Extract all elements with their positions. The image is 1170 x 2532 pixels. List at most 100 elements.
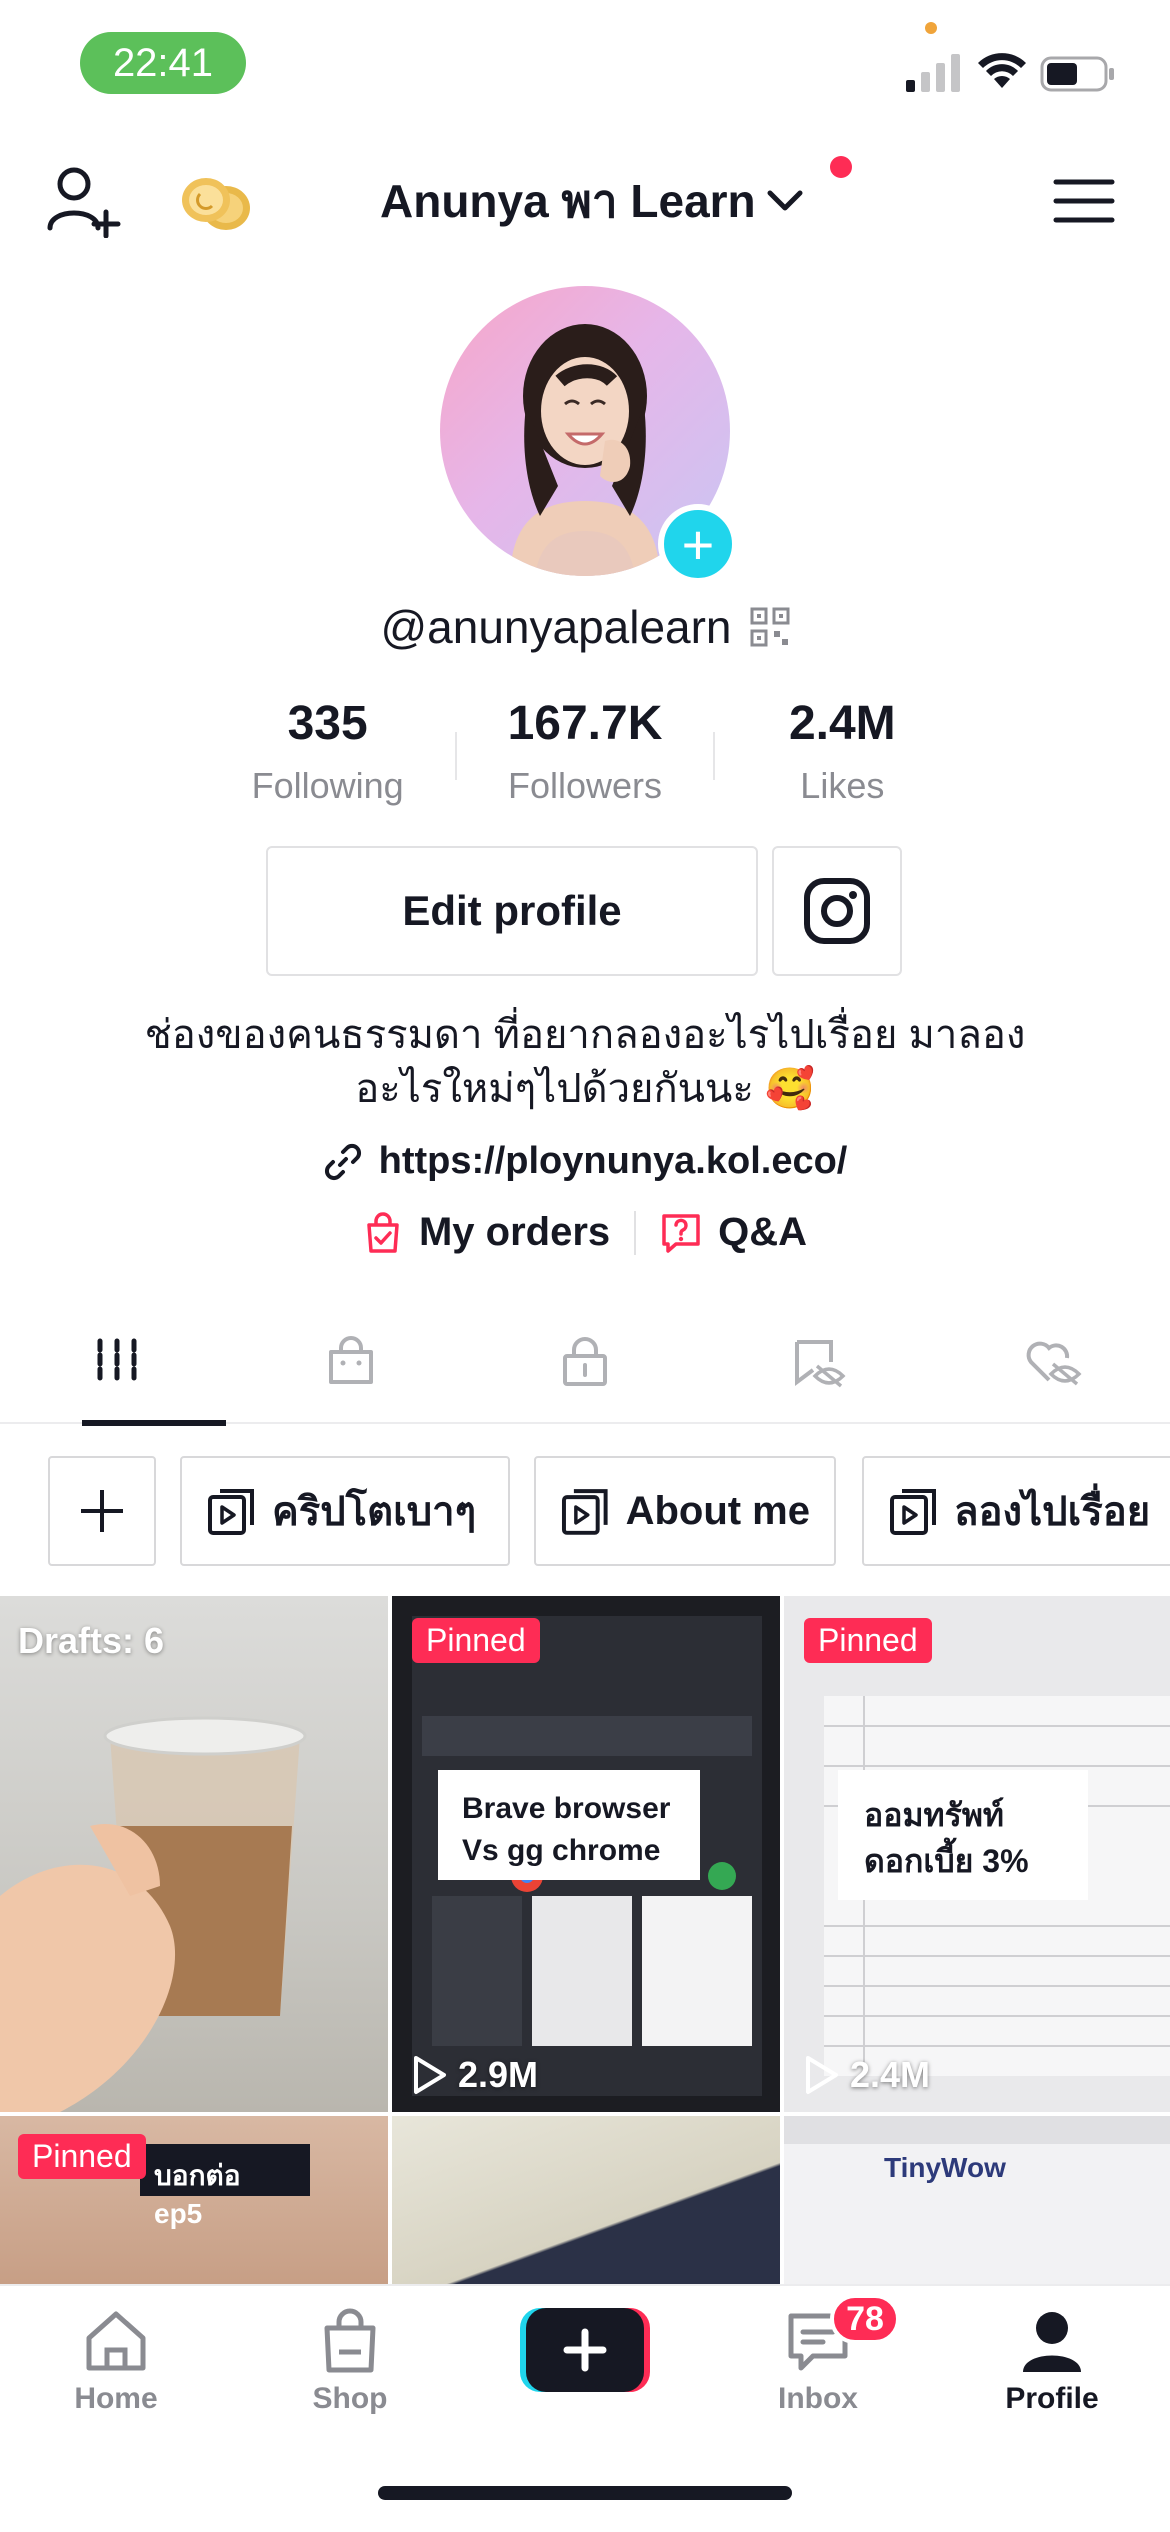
status-bar: 22:41 (0, 0, 1170, 130)
bio-line-2: อะไรใหม่ๆไปด้วยกันนะ 🥰 (355, 1067, 815, 1111)
hidden-bookmark-icon (795, 1340, 846, 1388)
profile-tabs (0, 1300, 1170, 1426)
battery-icon (1040, 56, 1114, 92)
edit-profile-button[interactable]: Edit profile (266, 846, 758, 976)
tinywow-title: TinyWow (884, 2152, 1006, 2183)
add-friend-icon[interactable] (44, 162, 124, 238)
qr-code-icon[interactable] (750, 607, 790, 647)
followers-label: Followers (507, 765, 663, 806)
profile-handle: @anunyapalearn (380, 601, 732, 653)
playlist-label: About me (625, 1488, 810, 1533)
video-tile[interactable]: Pinned ออมทรัพท์ ดอกเบี้ย 3% 2.4M (784, 1596, 1170, 2112)
video-grid-icon (97, 1338, 137, 1386)
caption-line-1: Brave browser (462, 1792, 671, 1825)
video-tile[interactable]: Pinned Brave browser Vs gg chrome 2.9M (392, 1596, 780, 2112)
view-count-value: 2.9M (458, 2054, 539, 2095)
view-count: 2.9M (412, 2054, 538, 2096)
privacy-indicator-dot (925, 22, 937, 34)
shop-bag-icon (329, 1336, 373, 1384)
following-stat[interactable]: 335 Following (200, 696, 455, 816)
shortcut-divider (634, 1210, 637, 1255)
video-tile[interactable]: TinyWow (784, 2116, 1170, 2286)
shop-icon (324, 2308, 376, 2373)
home-indicator[interactable] (378, 2486, 792, 2500)
following-count: 335 (287, 697, 368, 750)
playlist-icon (561, 1489, 608, 1535)
qa-label: Q&A (718, 1210, 808, 1254)
status-time: 22:41 (80, 32, 246, 94)
followers-count: 167.7K (507, 697, 663, 750)
profile-stats: 335 Following 167.7K Followers 2.4M Like… (200, 696, 970, 816)
profile-handle-row: @anunyapalearn (0, 600, 1170, 654)
nav-profile[interactable]: Profile (972, 2306, 1132, 2436)
profile-link[interactable]: https://ploynunya.kol.eco/ (0, 1140, 1170, 1183)
video-tile[interactable] (392, 2116, 780, 2286)
play-icon (806, 2056, 838, 2094)
playlist-label: ลองไปเรื่อย (954, 1490, 1151, 1534)
followers-stat[interactable]: 167.7K Followers (457, 696, 712, 816)
likes-label: Likes (800, 765, 885, 806)
playlist-chip[interactable]: About me (534, 1456, 836, 1566)
caption-line-2: ดอกเบี้ย 3% (864, 1843, 1029, 1879)
add-playlist-button[interactable] (48, 1456, 156, 1566)
instagram-icon (804, 878, 870, 944)
drafts-tile[interactable]: Drafts: 6 (0, 1596, 388, 2112)
playlist-row: คริปโตเบาๆ About me ลองไปเรื่อย (0, 1456, 1170, 1566)
tab-favorites-hidden[interactable] (702, 1300, 936, 1424)
view-count: 2.4M (804, 2054, 930, 2096)
likes-count: 2.4M (788, 697, 896, 750)
playlist-label: คริปโตเบาๆ (272, 1490, 477, 1534)
plus-icon (81, 1490, 123, 1532)
link-icon (324, 1143, 361, 1180)
video-caption: บอกต่อ ep5 (140, 2144, 310, 2229)
nav-inbox-label: Inbox (778, 2382, 858, 2415)
lock-icon (563, 1337, 607, 1386)
question-bubble-icon (662, 1213, 700, 1253)
pinned-badge: Pinned (412, 1618, 540, 1663)
add-avatar-button[interactable]: + (658, 504, 738, 584)
playlist-icon (208, 1489, 254, 1535)
tab-private[interactable] (468, 1300, 702, 1424)
qa-button[interactable]: Q&A (660, 1210, 807, 1255)
nav-home-label: Home (74, 2382, 158, 2415)
play-icon (414, 2056, 446, 2094)
video-caption: Brave browser Vs gg chrome (438, 1770, 700, 1880)
profile-link-text: https://ploynunya.kol.eco/ (378, 1140, 848, 1182)
nav-shop-label: Shop (312, 2382, 388, 2415)
caption-line-2: Vs gg chrome (462, 1834, 661, 1867)
profile-bio: ช่องของคนธรรมดา ที่อยากลองอะไรไปเรื่อย ม… (100, 1008, 1070, 1116)
hidden-heart-icon (1026, 1341, 1082, 1386)
playlist-chip[interactable]: ลองไปเรื่อย (862, 1456, 1170, 1566)
view-count-value: 2.4M (850, 2054, 931, 2095)
video-tile[interactable]: บอกต่อ ep5 Pinned (0, 2116, 388, 2286)
drafts-label: Drafts: 6 (18, 1620, 165, 1661)
profile-shortcuts: My orders Q&A (0, 1210, 1170, 1255)
video-grid: Drafts: 6 Pinned Brave browser Vs gg chr… (0, 1596, 1170, 2286)
chevron-down-icon (767, 190, 803, 211)
my-orders-button[interactable]: My orders (363, 1210, 610, 1255)
notification-dot (830, 156, 852, 178)
caption-line-1: ออมทรัพท์ (864, 1797, 1004, 1833)
coins-icon[interactable] (176, 170, 254, 234)
playlist-chip[interactable]: คริปโตเบาๆ (180, 1456, 510, 1566)
playlist-icon (890, 1489, 936, 1535)
wifi-icon (978, 53, 1026, 88)
nav-home[interactable]: Home (36, 2306, 196, 2436)
inbox-count-badge: 78 (830, 2294, 900, 2344)
cellular-signal-icon (906, 54, 960, 92)
nav-shop[interactable]: Shop (270, 2306, 430, 2436)
tab-shop[interactable] (234, 1300, 468, 1424)
iced-coffee-thumbnail (0, 1716, 307, 2112)
create-button[interactable] (520, 2308, 650, 2392)
menu-icon[interactable] (1052, 176, 1116, 226)
nav-profile-label: Profile (1005, 2382, 1099, 2415)
home-icon (86, 2311, 146, 2371)
likes-stat[interactable]: 2.4M Likes (715, 696, 970, 816)
instagram-button[interactable] (772, 846, 902, 976)
video-caption: ออมทรัพท์ ดอกเบี้ย 3% (838, 1770, 1088, 1900)
tab-videos[interactable] (0, 1300, 234, 1426)
account-switcher[interactable]: Anunya พา Learn (380, 166, 804, 236)
tab-liked-hidden[interactable] (936, 1300, 1170, 1424)
bio-line-1: ช่องของคนธรรมดา ที่อยากลองอะไรไปเรื่อย ม… (144, 1013, 1026, 1057)
pinned-badge: Pinned (18, 2134, 146, 2179)
